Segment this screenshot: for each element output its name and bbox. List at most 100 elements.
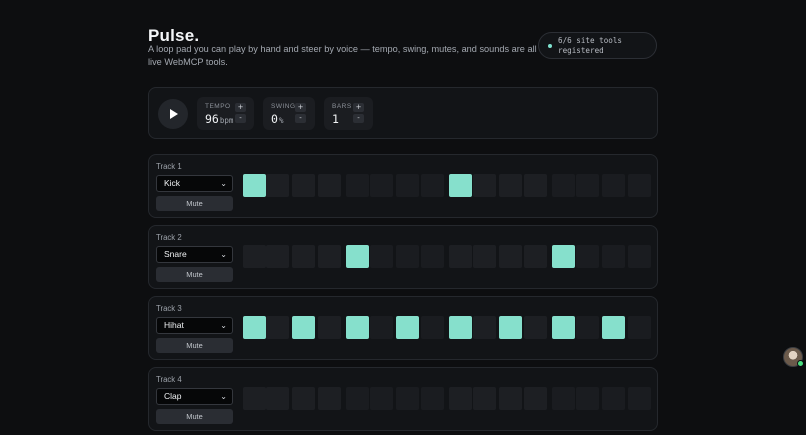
- step-pad[interactable]: [524, 316, 547, 339]
- step-pad[interactable]: [292, 387, 315, 410]
- step-pad-active[interactable]: [552, 245, 575, 268]
- step-pad[interactable]: [243, 387, 266, 410]
- swing-increase-button[interactable]: +: [295, 103, 306, 112]
- step-pad[interactable]: [552, 174, 575, 197]
- step-pad[interactable]: [602, 245, 625, 268]
- step-pad[interactable]: [499, 387, 522, 410]
- sound-select[interactable]: Snare ⌄: [156, 246, 233, 263]
- tempo-increase-button[interactable]: +: [235, 103, 246, 112]
- step-pad[interactable]: [396, 174, 419, 197]
- step-pad[interactable]: [370, 316, 393, 339]
- track-row: Track 4 Clap ⌄ Mute: [148, 367, 658, 431]
- step-pad[interactable]: [346, 387, 369, 410]
- online-status-icon: [797, 360, 804, 367]
- tempo-value: 96: [205, 112, 219, 126]
- tempo-value-display: 96bpm: [205, 112, 233, 126]
- tempo-unit: bpm: [219, 116, 234, 125]
- step-pad[interactable]: [576, 387, 599, 410]
- step-pad-active[interactable]: [346, 245, 369, 268]
- user-avatar[interactable]: [783, 347, 804, 367]
- step-pad[interactable]: [396, 245, 419, 268]
- step-pad-active[interactable]: [243, 174, 266, 197]
- step-pad-active[interactable]: [449, 174, 472, 197]
- step-pad[interactable]: [628, 387, 651, 410]
- step-pad[interactable]: [499, 174, 522, 197]
- play-button[interactable]: [158, 99, 188, 129]
- app-subtitle: A loop pad you can play by hand and stee…: [148, 44, 537, 67]
- step-pad[interactable]: [266, 174, 289, 197]
- swing-control: SWING 0% + -: [263, 97, 315, 130]
- step-pad[interactable]: [292, 245, 315, 268]
- tools-status-badge: 6/6 site tools registered: [538, 32, 657, 59]
- step-pad-active[interactable]: [449, 316, 472, 339]
- step-pad[interactable]: [552, 387, 575, 410]
- step-pad[interactable]: [473, 316, 496, 339]
- step-pad[interactable]: [370, 174, 393, 197]
- step-pad[interactable]: [602, 174, 625, 197]
- step-pad[interactable]: [346, 174, 369, 197]
- step-pad[interactable]: [318, 174, 341, 197]
- step-pad[interactable]: [449, 245, 472, 268]
- bars-decrease-button[interactable]: -: [353, 114, 364, 123]
- mute-button[interactable]: Mute: [156, 338, 233, 353]
- step-pad[interactable]: [243, 245, 266, 268]
- step-pad[interactable]: [266, 245, 289, 268]
- sound-select[interactable]: Kick ⌄: [156, 175, 233, 192]
- mute-button[interactable]: Mute: [156, 267, 233, 282]
- step-pad[interactable]: [370, 245, 393, 268]
- step-pad[interactable]: [576, 316, 599, 339]
- step-pad[interactable]: [318, 245, 341, 268]
- step-pad[interactable]: [292, 174, 315, 197]
- swing-unit: %: [278, 116, 284, 125]
- tempo-decrease-button[interactable]: -: [235, 114, 246, 123]
- step-pad[interactable]: [628, 316, 651, 339]
- track-name: Track 1: [156, 162, 182, 171]
- step-pad[interactable]: [421, 387, 444, 410]
- chevron-down-icon: ⌄: [220, 392, 227, 401]
- step-pad[interactable]: [370, 387, 393, 410]
- step-pad[interactable]: [524, 387, 547, 410]
- step-pad-active[interactable]: [602, 316, 625, 339]
- step-pad[interactable]: [524, 174, 547, 197]
- mute-button[interactable]: Mute: [156, 409, 233, 424]
- step-pad-active[interactable]: [346, 316, 369, 339]
- swing-decrease-button[interactable]: -: [295, 114, 306, 123]
- step-pad[interactable]: [318, 387, 341, 410]
- transport-panel: TEMPO 96bpm + - SWING 0% + - BARS 1 + -: [148, 87, 658, 139]
- step-pad[interactable]: [266, 316, 289, 339]
- step-pad[interactable]: [449, 387, 472, 410]
- sound-select[interactable]: Clap ⌄: [156, 388, 233, 405]
- chevron-down-icon: ⌄: [220, 250, 227, 259]
- track-row: Track 1 Kick ⌄ Mute: [148, 154, 658, 218]
- step-pad[interactable]: [421, 316, 444, 339]
- mute-button[interactable]: Mute: [156, 196, 233, 211]
- step-pad[interactable]: [499, 245, 522, 268]
- step-pad[interactable]: [628, 174, 651, 197]
- sound-select[interactable]: Hihat ⌄: [156, 317, 233, 334]
- chevron-down-icon: ⌄: [220, 179, 227, 188]
- step-pad-active[interactable]: [499, 316, 522, 339]
- step-pad[interactable]: [318, 316, 341, 339]
- bars-increase-button[interactable]: +: [353, 103, 364, 112]
- track-name: Track 4: [156, 375, 182, 384]
- tempo-label: TEMPO: [205, 103, 231, 110]
- step-pad[interactable]: [421, 174, 444, 197]
- status-dot-icon: [548, 43, 552, 48]
- step-pad[interactable]: [628, 245, 651, 268]
- step-pad[interactable]: [396, 387, 419, 410]
- step-pad[interactable]: [576, 245, 599, 268]
- step-pad[interactable]: [524, 245, 547, 268]
- step-pad[interactable]: [266, 387, 289, 410]
- step-pad[interactable]: [421, 245, 444, 268]
- step-pad[interactable]: [473, 245, 496, 268]
- step-pad[interactable]: [473, 174, 496, 197]
- step-pad-active[interactable]: [396, 316, 419, 339]
- step-pad[interactable]: [473, 387, 496, 410]
- step-pad-active[interactable]: [292, 316, 315, 339]
- sound-select-value: Clap: [164, 391, 182, 401]
- step-pad[interactable]: [576, 174, 599, 197]
- track-name: Track 3: [156, 304, 182, 313]
- step-pad-active[interactable]: [552, 316, 575, 339]
- step-pad[interactable]: [602, 387, 625, 410]
- step-pad-active[interactable]: [243, 316, 266, 339]
